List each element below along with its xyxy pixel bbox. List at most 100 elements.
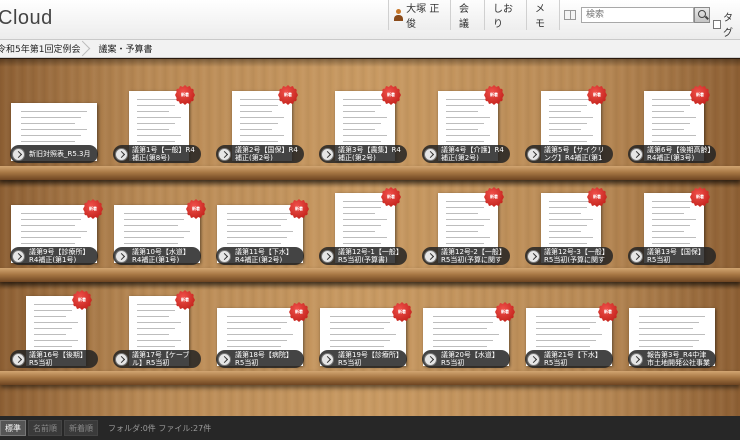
thumbnail-text-line — [34, 346, 72, 347]
memo-button[interactable]: メモ — [527, 0, 560, 30]
document-label[interactable]: 議第10号【水道】R4補正(第1号) — [113, 247, 201, 265]
document-label[interactable]: 議第4号【介護】R4補正(第2号) — [422, 145, 510, 163]
file-count: フォルダ:0件 ファイル:27件 — [108, 423, 212, 433]
search-input[interactable] — [581, 7, 694, 23]
breadcrumb-meeting[interactable]: 令和5年第1回定例会 — [0, 40, 90, 58]
thumbnail-text-line — [137, 129, 169, 130]
document-label[interactable]: 議第9号【診療所】R4補正(第1号) — [10, 247, 98, 265]
thumbnail-text-line — [446, 117, 490, 118]
thumbnail-text-line — [343, 213, 375, 214]
tag-toggle[interactable]: タグ — [713, 9, 740, 39]
thumbnail-text-line — [240, 123, 278, 124]
arrow-right-icon[interactable] — [115, 352, 128, 366]
arrow-right-icon[interactable] — [218, 249, 231, 263]
thumbnail-text-line — [137, 304, 181, 305]
arrow-right-icon[interactable] — [424, 352, 437, 366]
document-label[interactable]: 議第12号-1【一般】R5当初(予算書) — [319, 247, 407, 265]
document-label[interactable]: 議第1号【一般】R4補正(第8号) — [113, 145, 201, 163]
thumbnail-text-line — [227, 334, 293, 335]
arrow-right-icon[interactable] — [424, 147, 437, 161]
document-title: 議第4号【介護】R4補正(第2号) — [441, 146, 504, 162]
thumbnail-text-line — [34, 334, 66, 335]
thumbnail-text-line — [137, 328, 175, 329]
thumbnail-text-line — [343, 219, 387, 220]
arrow-right-icon[interactable] — [12, 352, 25, 366]
thumbnail-text-line — [652, 123, 690, 124]
thumbnail-text-line — [446, 243, 484, 244]
thumbnail-text-line — [652, 105, 690, 106]
sort-standard-button[interactable]: 標準 — [0, 420, 26, 436]
thumbnail-text-line — [652, 201, 696, 202]
thumbnail-text-line — [652, 231, 684, 232]
breadcrumb: 令和5年第1回定例会 議案・予算書 — [0, 40, 740, 58]
thumbnail-text-line — [137, 141, 175, 142]
thumbnail-text-line — [433, 340, 493, 341]
sort-newest-button[interactable]: 新着順 — [64, 420, 98, 436]
meeting-button[interactable]: 会議 — [451, 0, 485, 30]
arrow-right-icon[interactable] — [630, 352, 643, 366]
document-label[interactable]: 議第21号【下水】R5当初 — [525, 350, 613, 368]
arrow-right-icon[interactable] — [321, 249, 334, 263]
thumbnail-text-line — [227, 328, 281, 329]
bookmark-button[interactable]: しおり — [485, 0, 527, 30]
thumbnail-text-line — [549, 225, 587, 226]
document-label[interactable]: 議第11号【下水】R4補正(第2号) — [216, 247, 304, 265]
thumbnail-text-line — [124, 213, 190, 214]
breadcrumb-current: 議案・予算書 — [98, 45, 153, 55]
arrow-right-icon[interactable] — [115, 249, 128, 263]
thumbnail-text-line — [330, 346, 384, 347]
document-label[interactable]: 議第5号【サイクリング】R4補正(第1号) — [525, 145, 613, 163]
document-label[interactable]: 新旧対照表_R5.3月 — [10, 145, 98, 163]
thumbnail-text-line — [343, 105, 381, 106]
document-label[interactable]: 議第18号【病院】R5当初 — [216, 350, 304, 368]
book-icon[interactable] — [564, 10, 576, 20]
user-menu-button[interactable]: 大塚 正俊 — [389, 0, 451, 30]
arrow-right-icon[interactable] — [527, 147, 540, 161]
arrow-right-icon[interactable] — [527, 249, 540, 263]
arrow-right-icon[interactable] — [321, 352, 334, 366]
thumbnail-text-line — [227, 340, 287, 341]
document-label[interactable]: 議第19号【診療所】R5当初 — [319, 350, 407, 368]
document-label[interactable]: 議第12号-2【一般】R5当初(予算に関する — [422, 247, 510, 265]
arrow-right-icon[interactable] — [321, 147, 334, 161]
thumbnail-text-line — [343, 225, 381, 226]
document-label[interactable]: 議第2号【国保】R4補正(第2号) — [216, 145, 304, 163]
thumbnail-text-line — [227, 225, 281, 226]
thumbnail-text-line — [124, 243, 178, 244]
document-label[interactable]: 報告第3号_R4中津市土地開発公社事業計画 — [628, 350, 716, 368]
sort-name-button[interactable]: 名前順 — [28, 420, 62, 436]
thumbnail-text-line — [227, 243, 281, 244]
document-label[interactable]: 議第20号【水道】R5当初 — [422, 350, 510, 368]
document-label[interactable]: 議第16号【後期】R5当初 — [10, 350, 98, 368]
thumbnail-text-line — [240, 99, 284, 100]
thumbnail-text-line — [446, 141, 484, 142]
arrow-right-icon[interactable] — [218, 147, 231, 161]
arrow-right-icon[interactable] — [424, 249, 437, 263]
thumbnail-text-line — [549, 207, 587, 208]
document-label[interactable]: 議第13号【国保】R5当初 — [628, 247, 716, 265]
thumbnail-text-line — [549, 105, 587, 106]
arrow-right-icon[interactable] — [218, 352, 231, 366]
arrow-right-icon[interactable] — [630, 147, 643, 161]
thumbnail-text-line — [240, 129, 272, 130]
document-label[interactable]: 議第17号【ケーブル】R5当初 — [113, 350, 201, 368]
thumbnail-text-line — [446, 105, 484, 106]
arrow-right-icon[interactable] — [12, 249, 25, 263]
search-icon[interactable] — [694, 7, 710, 23]
thumbnail-text-line — [227, 322, 287, 323]
arrow-right-icon[interactable] — [630, 249, 643, 263]
document-label[interactable]: 議第6号【後期高齢】R4補正(第3号) — [628, 145, 716, 163]
document-title: 議第20号【水道】R5当初 — [441, 351, 499, 367]
document-label[interactable]: 議第12号-3【一般】R5当初(予算に関する — [525, 247, 613, 265]
thumbnail-text-line — [343, 201, 387, 202]
thumbnail-text-line — [137, 99, 181, 100]
arrow-right-icon[interactable] — [12, 147, 25, 161]
thumbnail-text-line — [639, 340, 699, 341]
thumbnail-text-line — [639, 328, 693, 329]
document-label[interactable]: 議第3号【農集】R4補正(第2号) — [319, 145, 407, 163]
thumbnail-text-line — [549, 129, 581, 130]
arrow-right-icon[interactable] — [527, 352, 540, 366]
arrow-right-icon[interactable] — [115, 147, 128, 161]
document-title: 議第16号【後期】R5当初 — [29, 351, 87, 367]
tag-checkbox[interactable] — [713, 19, 721, 29]
